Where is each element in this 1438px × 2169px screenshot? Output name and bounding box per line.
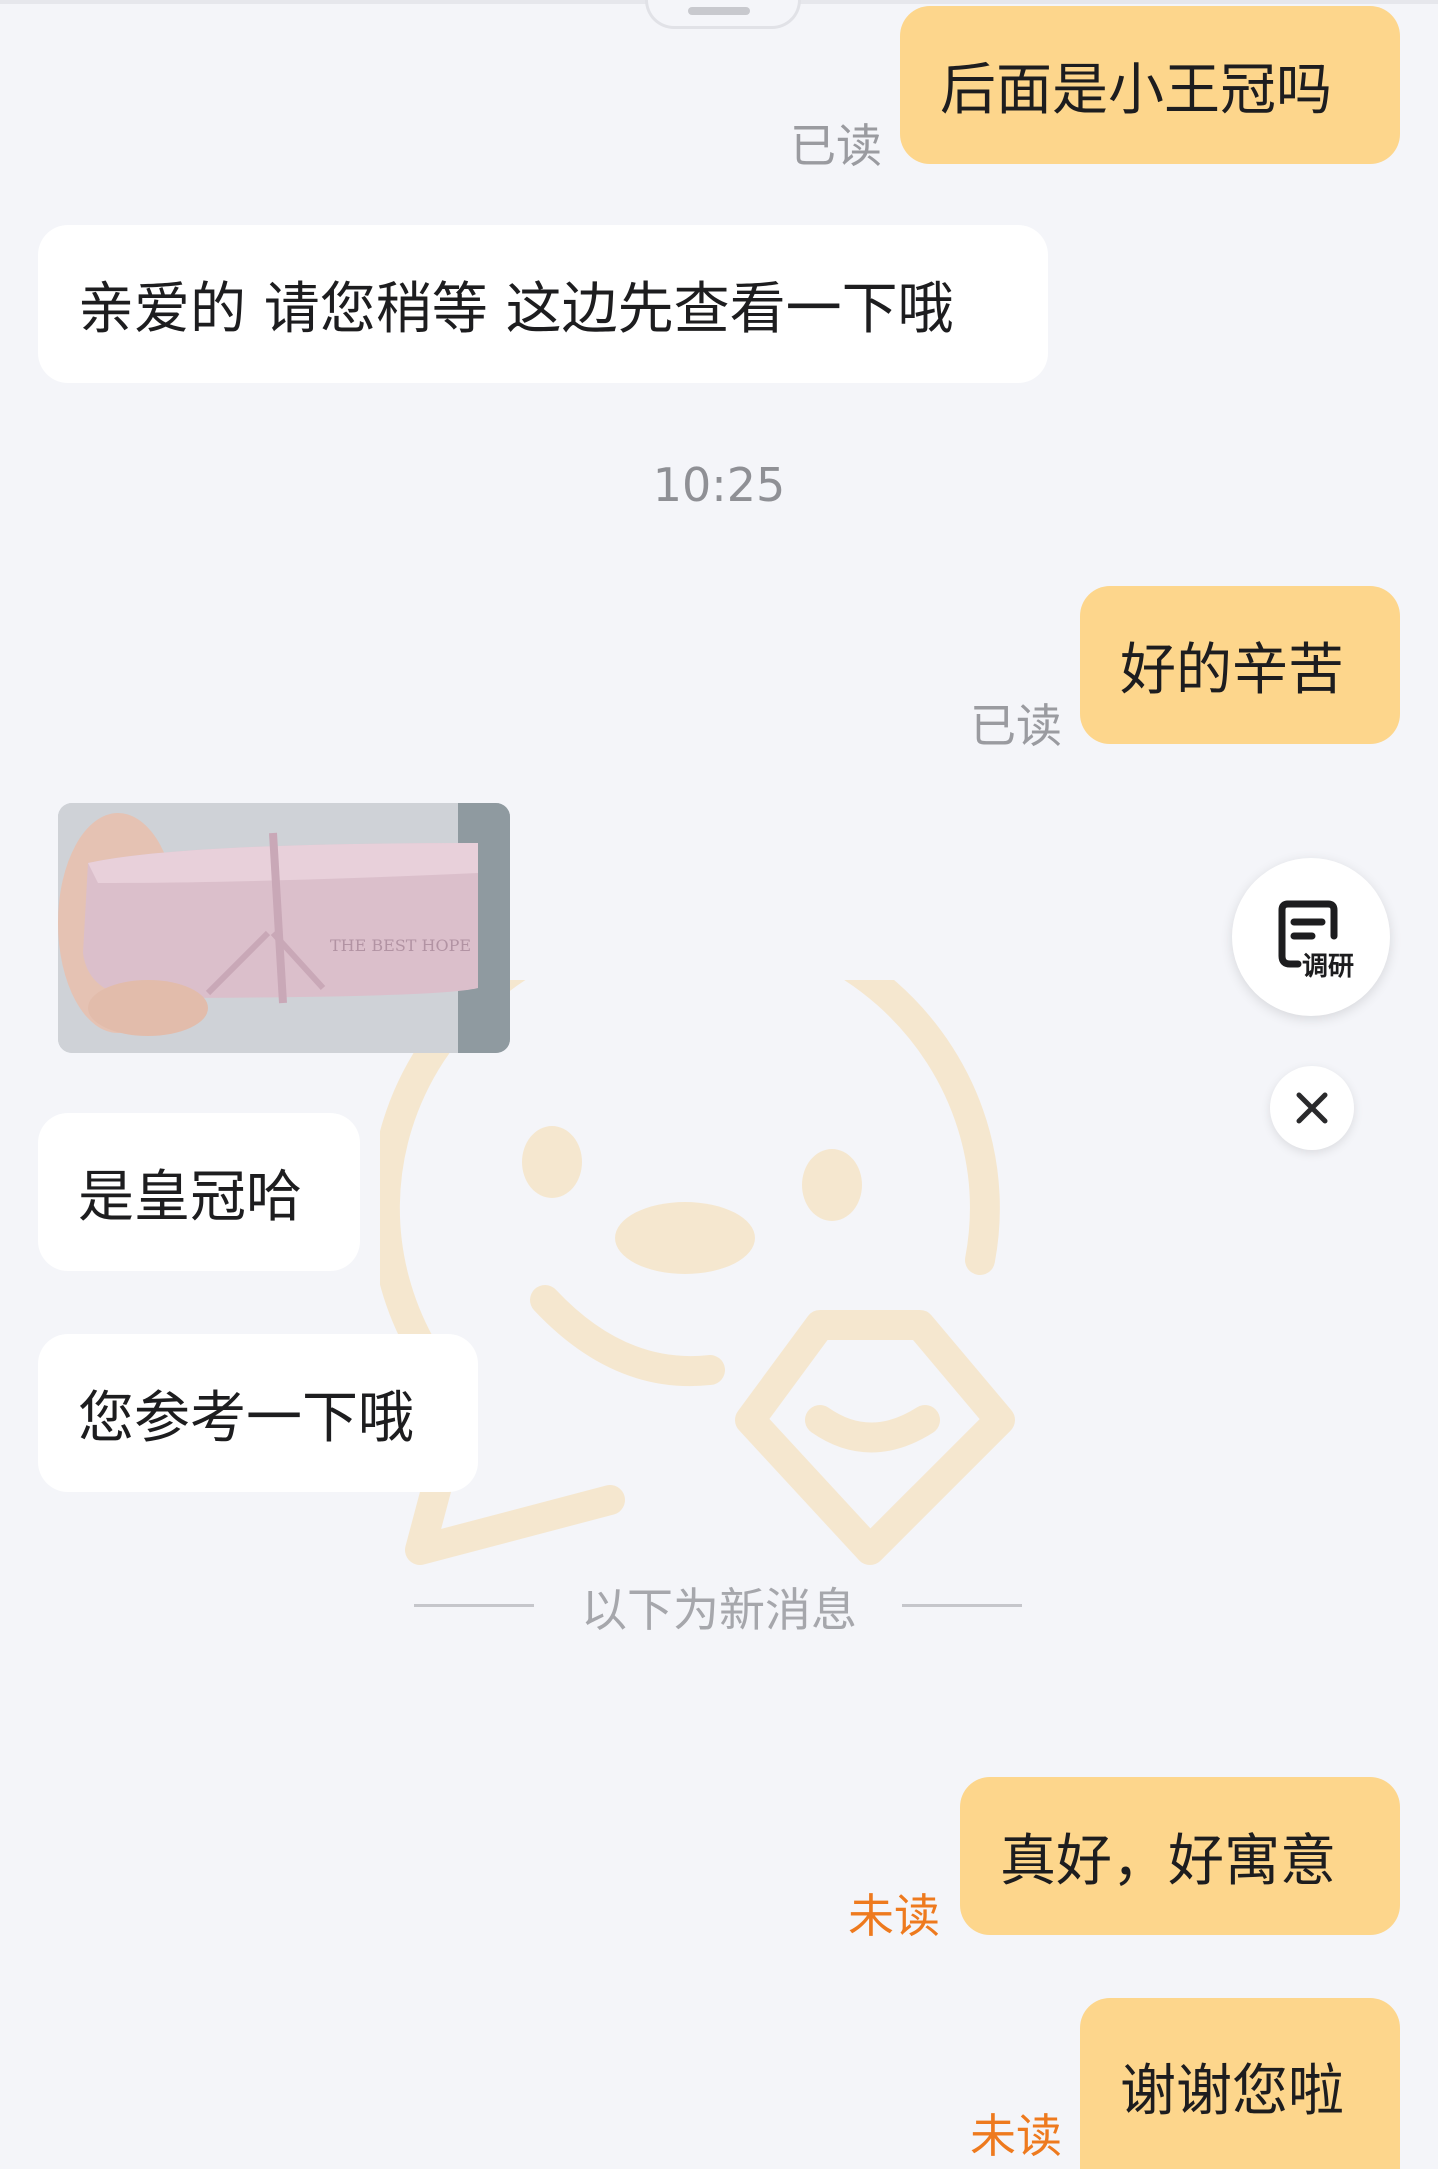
message-bubble-outgoing[interactable]: 真好，好寓意 bbox=[960, 1777, 1400, 1935]
message-text: 谢谢您啦 bbox=[1120, 2059, 1344, 2124]
message-bubble-outgoing[interactable]: 谢谢您啦 bbox=[1080, 1998, 1400, 2169]
message-text: 亲爱的 请您稍等 这边先查看一下哦 bbox=[78, 276, 954, 342]
message-bubble-outgoing[interactable]: 后面是小王冠吗 bbox=[900, 6, 1400, 164]
survey-button[interactable]: 调研 bbox=[1232, 858, 1390, 1016]
case-embossed-text: THE BEST HOPE bbox=[330, 936, 471, 955]
divider-line-right bbox=[902, 1604, 1022, 1607]
message-bubble-incoming[interactable]: 是皇冠哈 bbox=[38, 1113, 360, 1271]
message-timestamp: 10:25 bbox=[652, 458, 786, 512]
close-button[interactable] bbox=[1270, 1066, 1354, 1150]
message-text: 后面是小王冠吗 bbox=[940, 57, 1332, 123]
message-bubble-outgoing[interactable]: 好的辛苦 bbox=[1080, 586, 1400, 744]
message-text: 好的辛苦 bbox=[1120, 637, 1344, 703]
unread-status: 未读 bbox=[970, 2109, 1062, 2163]
mascot-watermark-icon bbox=[380, 980, 1015, 1565]
unread-status: 未读 bbox=[848, 1889, 940, 1943]
close-icon bbox=[1296, 1092, 1328, 1124]
message-image[interactable]: THE BEST HOPE bbox=[58, 803, 510, 1053]
pink-glasses-case-photo: THE BEST HOPE bbox=[58, 803, 510, 1053]
message-bubble-incoming[interactable]: 您参考一下哦 bbox=[38, 1334, 478, 1492]
survey-label: 调研 bbox=[1302, 952, 1355, 982]
read-status: 已读 bbox=[970, 699, 1062, 753]
message-bubble-incoming[interactable]: 亲爱的 请您稍等 这边先查看一下哦 bbox=[38, 225, 1048, 383]
message-text: 是皇冠哈 bbox=[78, 1164, 302, 1230]
message-text: 真好，好寓意 bbox=[1000, 1828, 1336, 1894]
drag-handle-icon[interactable] bbox=[688, 7, 750, 15]
read-status: 已读 bbox=[790, 119, 882, 173]
new-messages-divider: 以下为新消息 bbox=[581, 1583, 857, 1637]
message-text: 您参考一下哦 bbox=[78, 1385, 414, 1451]
